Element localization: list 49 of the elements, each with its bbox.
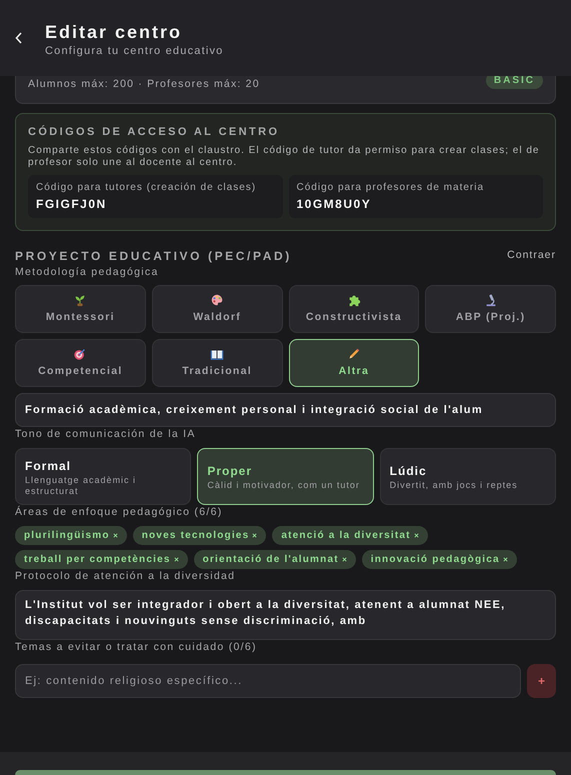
methodology-option[interactable]: Competencial: [15, 339, 146, 388]
area-tag[interactable]: plurilingüismo: [15, 526, 127, 545]
tone-option[interactable]: Formal Llenguatge acadèmic i estructurat: [15, 448, 192, 505]
methodology-input[interactable]: Formació acadèmica, creixement personal i integració social de l'alum: [15, 393, 556, 428]
tone-option[interactable]: Lúdic Divertit, amb jocs i reptes: [380, 448, 556, 505]
methodology-option[interactable]: Waldorf: [152, 285, 282, 334]
remove-icon[interactable]: [174, 556, 179, 562]
access-code: 10GM8U0Y: [296, 196, 372, 212]
area-tag[interactable]: noves tecnologies: [132, 526, 266, 545]
field-label: Metodología pedagógica: [15, 264, 160, 280]
area-tag[interactable]: treball per competències: [15, 550, 188, 569]
methodology-option[interactable]: ABP (Proj.): [425, 285, 556, 334]
section-title: PROYECTO EDUCATIVO (PEC/PAD): [15, 248, 292, 264]
remove-icon[interactable]: [342, 556, 347, 562]
area-tag[interactable]: innovació pedagògica: [362, 550, 517, 569]
methodology-option[interactable]: Constructivista: [288, 285, 420, 334]
add-button[interactable]: +: [527, 664, 556, 698]
tone-option[interactable]: Proper Càlid i motivador, com un tutor: [197, 448, 374, 505]
section-title: CÓDIGOS DE ACCESO AL CENTRO: [28, 124, 280, 140]
methodology-option[interactable]: Tradicional: [152, 339, 282, 388]
area-tag[interactable]: atenció a la diversitat: [272, 526, 428, 545]
access-codes-description: Comparte estos códigos con el claustro. El código de tutor da permiso para crear clases; el de profesor solo une al docente al centro.: [28, 144, 540, 168]
remove-icon[interactable]: [252, 532, 258, 538]
pencil-icon: [346, 346, 361, 361]
target-icon: [73, 346, 88, 361]
access-code: FGIGFJ0N: [36, 196, 108, 212]
code-label: Código para tutores (creación de clases): [36, 180, 258, 194]
avoid-topic-input[interactable]: Ej: contenido religioso específico...: [15, 664, 521, 698]
field-label: Protocolo de atención a la diversidad: [15, 568, 236, 584]
microscope-icon: [484, 292, 498, 307]
sprout-icon: [73, 292, 88, 307]
page-title: Editar centro: [45, 20, 184, 43]
plan-badge: BASIC: [486, 76, 543, 89]
plan-limits: Alumnos máx: 200 · Profesores máx: 20: [28, 76, 260, 92]
puzzle-icon: [346, 292, 361, 307]
palette-icon: [210, 292, 224, 307]
remove-icon[interactable]: [502, 556, 508, 562]
remove-icon[interactable]: [112, 532, 118, 538]
code-label: Código para profesores de materia: [296, 180, 486, 194]
field-label: Tono de comunicación de la IA: [15, 427, 197, 442]
area-tag[interactable]: orientació de l'alumnat: [194, 550, 356, 569]
page-subtitle: Configura tu centro educativo: [45, 44, 224, 59]
collapse-link[interactable]: Contraer: [507, 248, 556, 264]
field-label: Temas a evitar o tratar con cuidado (0/6): [15, 640, 258, 654]
diversity-textarea[interactable]: L'Institut vol ser integrador i obert a la diversitat, atenent a alumnat NEE, discapacitats i nouvinguts sense discriminació, amb: [15, 590, 556, 640]
methodology-option[interactable]: Altra: [288, 339, 420, 388]
methodology-option[interactable]: Montessori: [15, 285, 146, 334]
field-label: Áreas de enfoque pedagógico (6/6): [15, 505, 224, 520]
remove-icon[interactable]: [414, 532, 419, 538]
